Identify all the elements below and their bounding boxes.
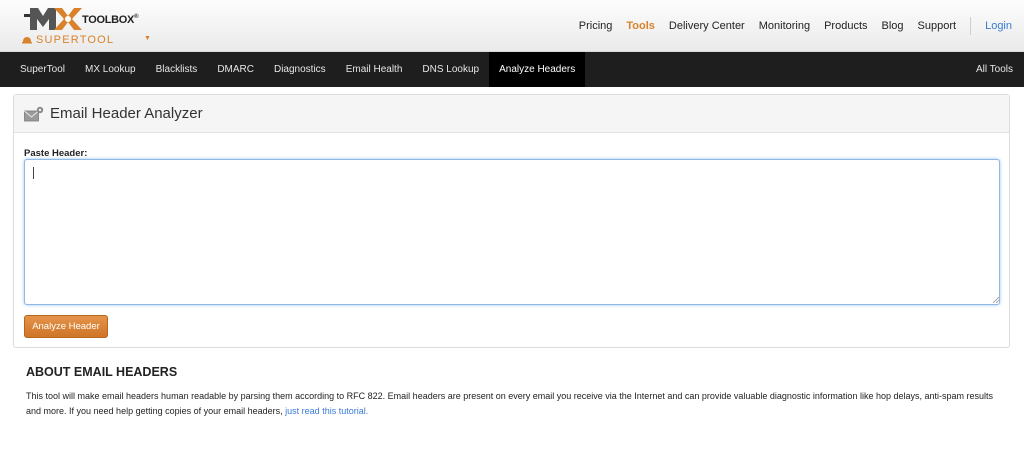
nav-support[interactable]: Support: [918, 20, 957, 32]
nav-delivery-center[interactable]: Delivery Center: [669, 20, 745, 32]
nav-tools[interactable]: Tools: [626, 20, 655, 32]
tools-navigation: SuperTool MX Lookup Blacklists DMARC Dia…: [0, 52, 1024, 87]
nav-products[interactable]: Products: [824, 20, 867, 32]
helmet-icon: [22, 37, 32, 44]
top-navigation: Pricing Tools Delivery Center Monitoring…: [565, 0, 1012, 52]
tab-mx-lookup[interactable]: MX Lookup: [75, 52, 146, 87]
registered-mark: ®: [134, 14, 139, 20]
analyze-header-button[interactable]: Analyze Header: [24, 315, 108, 338]
tab-blacklists[interactable]: Blacklists: [146, 52, 208, 87]
envelope-gear-icon: [24, 106, 44, 121]
nav-monitoring[interactable]: Monitoring: [759, 20, 810, 32]
about-paragraph: This tool will make email headers human …: [26, 389, 1006, 419]
site-header: TOOLBOX® SUPERTOOL ▼ Pricing Tools Deliv…: [0, 0, 1024, 52]
logo-wordmark: TOOLBOX®: [82, 14, 139, 26]
mx-logo-mark: [24, 8, 82, 30]
tab-email-health[interactable]: Email Health: [336, 52, 413, 87]
nav-divider: [970, 17, 972, 35]
mxtoolbox-logo[interactable]: TOOLBOX® SUPERTOOL ▼: [10, 4, 170, 48]
supertool-subtitle: SUPERTOOL: [22, 34, 114, 46]
supertool-label: SUPERTOOL: [36, 34, 115, 46]
tab-dns-lookup[interactable]: DNS Lookup: [412, 52, 489, 87]
paste-header-label: Paste Header:: [24, 148, 88, 159]
all-tools-link[interactable]: All Tools: [976, 52, 1013, 87]
logo-wordmark-text: TOOLBOX: [82, 14, 135, 26]
tab-supertool[interactable]: SuperTool: [0, 52, 75, 87]
tab-analyze-headers[interactable]: Analyze Headers: [489, 52, 586, 87]
panel-header: Email Header Analyzer: [14, 95, 1009, 133]
nav-blog[interactable]: Blog: [882, 20, 904, 32]
tutorial-link[interactable]: just read this tutorial.: [285, 406, 368, 416]
resize-grip-icon[interactable]: [993, 297, 999, 303]
header-analyzer-panel: Email Header Analyzer Paste Header: Anal…: [13, 94, 1010, 348]
about-heading: ABOUT EMAIL HEADERS: [26, 365, 178, 379]
text-cursor: [33, 167, 34, 179]
nav-pricing[interactable]: Pricing: [579, 20, 613, 32]
tab-diagnostics[interactable]: Diagnostics: [264, 52, 336, 87]
about-body-text: This tool will make email headers human …: [26, 391, 994, 416]
header-input[interactable]: [24, 159, 1000, 305]
tab-dmarc[interactable]: DMARC: [207, 52, 264, 87]
chevron-down-icon[interactable]: ▼: [144, 35, 151, 42]
login-link[interactable]: Login: [985, 20, 1012, 32]
page-title: Email Header Analyzer: [50, 105, 203, 122]
